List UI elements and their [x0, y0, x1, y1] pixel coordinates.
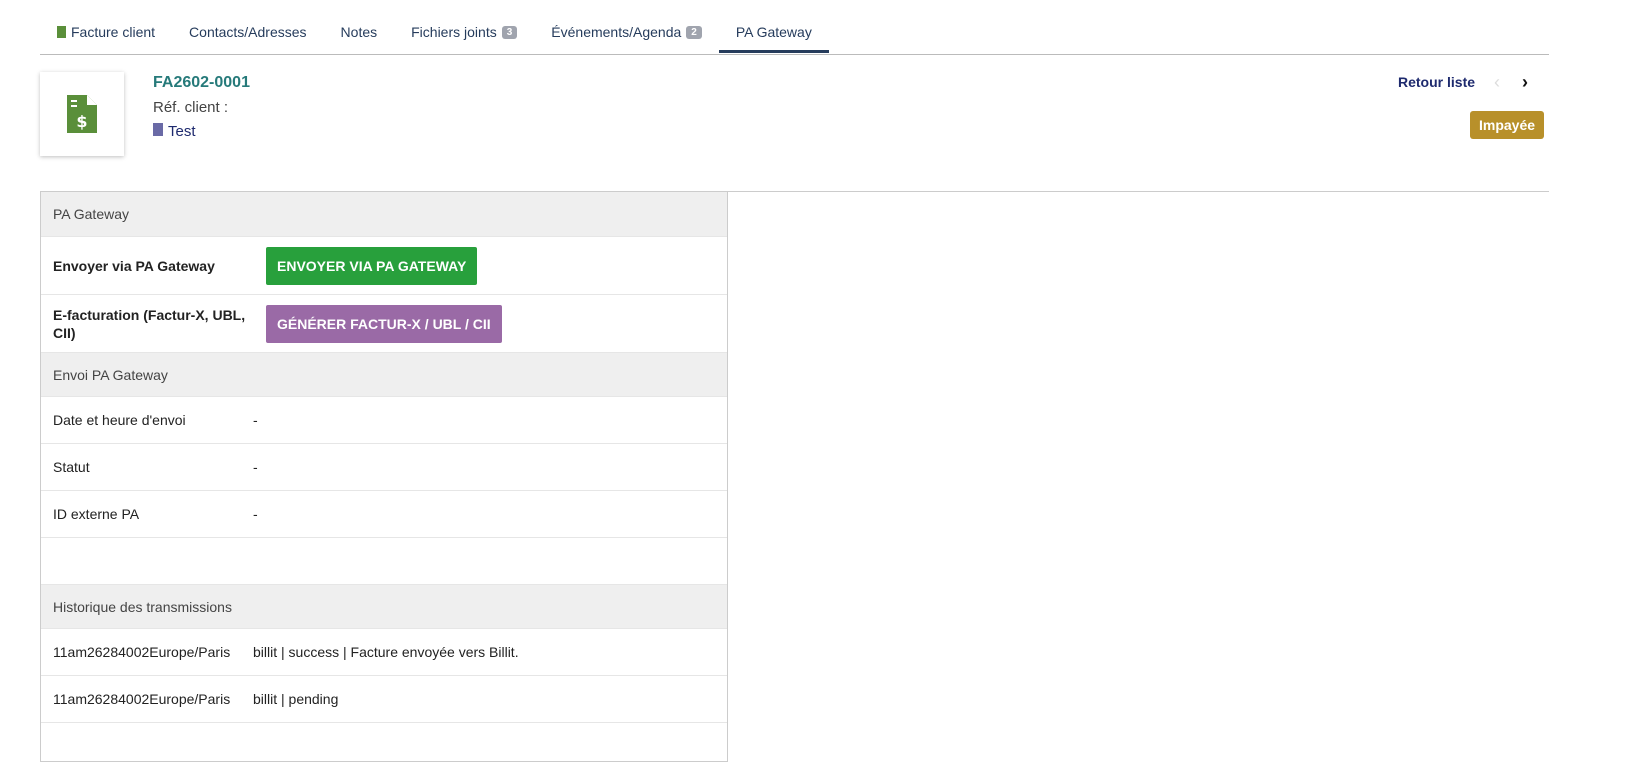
- invoice-icon: $: [67, 95, 97, 133]
- building-icon: [153, 123, 163, 136]
- tab-evenements[interactable]: Événements/Agenda 2: [534, 10, 719, 54]
- thirdparty-link[interactable]: Test: [153, 123, 250, 140]
- field-row: ID externe PA -: [41, 491, 727, 538]
- count-badge: 2: [686, 25, 702, 39]
- pa-gateway-panel: PA Gateway Envoyer via PA Gateway ENVOYE…: [40, 192, 728, 762]
- section-header: PA Gateway: [41, 192, 727, 237]
- tab-fichiers[interactable]: Fichiers joints 3: [394, 10, 534, 54]
- history-row: 11am26284002Europe/Paris billit | success…: [41, 629, 727, 676]
- invoice-ref: FA2602-0001: [153, 74, 250, 91]
- tab-contacts[interactable]: Contacts/Adresses: [172, 10, 324, 54]
- count-badge: 3: [501, 25, 518, 39]
- tab-pa-gateway[interactable]: PA Gateway: [718, 10, 829, 53]
- svg-text:$: $: [76, 112, 87, 131]
- tab-facture-client[interactable]: Facture client: [40, 10, 172, 54]
- next-arrow-icon[interactable]: ›: [1522, 72, 1528, 92]
- status-badge: Impayée: [1470, 111, 1545, 139]
- einvoice-row: E-facturation (Factur-X, UBL, CII) GÉNÉR…: [41, 295, 727, 353]
- section-header: Envoi PA Gateway: [41, 353, 727, 397]
- section-header: Historique des transmissions: [41, 585, 727, 629]
- send-row: Envoyer via PA Gateway ENVOYER VIA PA GA…: [41, 237, 727, 295]
- tab-bar: Facture client Contacts/Adresses Notes F…: [40, 10, 1549, 55]
- ref-client-label: Réf. client :: [153, 99, 229, 116]
- send-pa-gateway-button[interactable]: ENVOYER VIA PA GATEWAY: [266, 246, 478, 285]
- invoice-icon: [57, 26, 66, 38]
- empty-row: [41, 538, 727, 585]
- field-row: Statut -: [41, 444, 727, 491]
- generate-facturx-button[interactable]: GÉNÉRER FACTUR-X / UBL / CII: [266, 304, 502, 343]
- history-row: 11am26284002Europe/Paris billit | pending: [41, 676, 727, 723]
- back-to-list-link[interactable]: Retour liste: [1398, 74, 1475, 90]
- prev-arrow-icon[interactable]: ‹: [1494, 72, 1500, 92]
- tab-notes[interactable]: Notes: [324, 10, 395, 54]
- invoice-logo: $: [40, 72, 124, 156]
- field-row: Date et heure d'envoi -: [41, 397, 727, 444]
